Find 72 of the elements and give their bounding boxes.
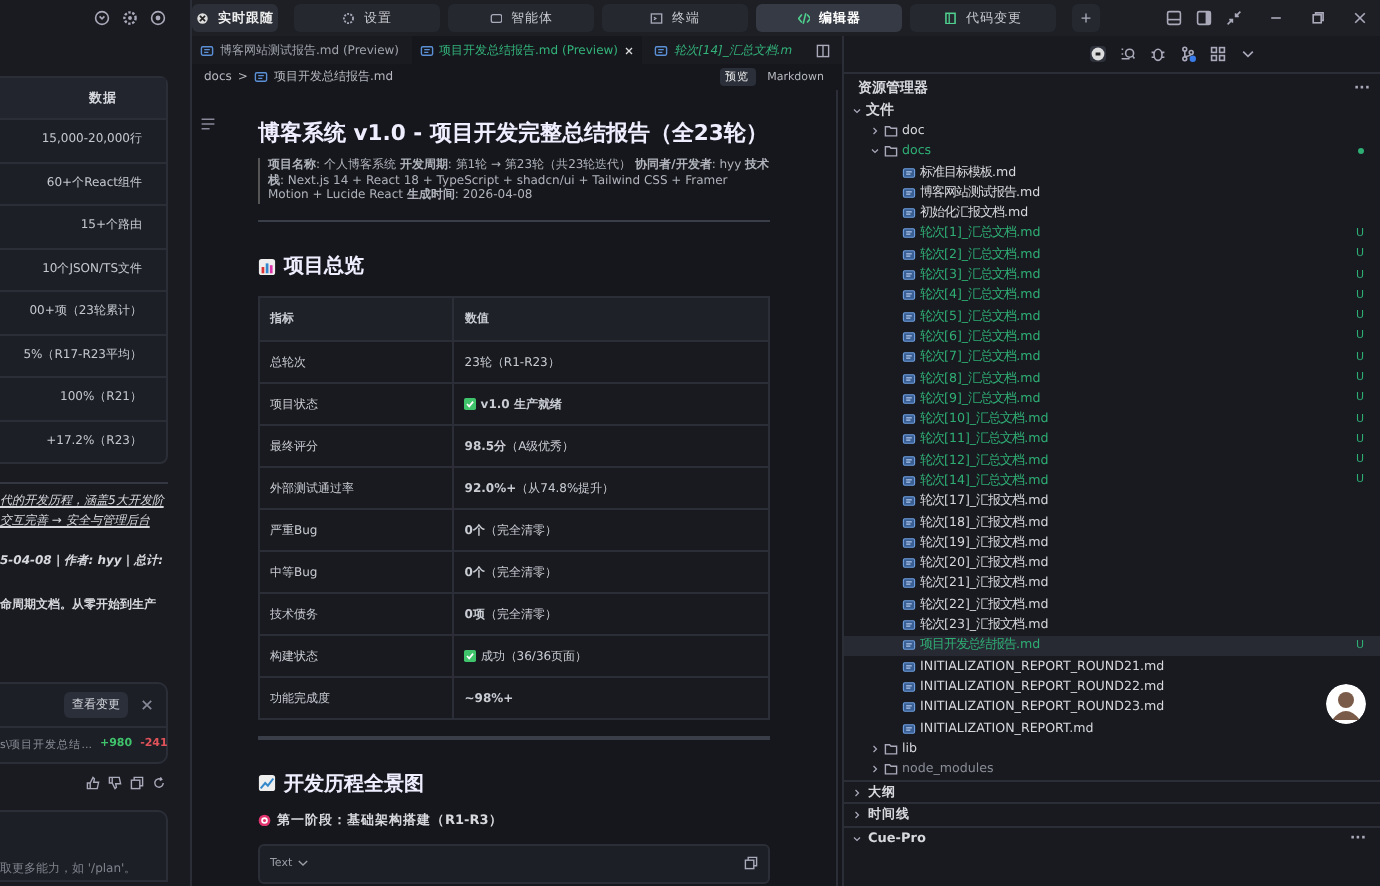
markdown-file-icon (902, 556, 916, 571)
markdown-file-icon (902, 473, 916, 488)
markdown-file-icon (902, 659, 916, 674)
markdown-file-icon (902, 453, 916, 468)
chevron-icon[interactable] (852, 833, 862, 844)
markdown-file-icon (902, 679, 916, 694)
restore-icon[interactable] (1310, 10, 1326, 26)
markdown-file-icon (419, 43, 434, 57)
markdown-file-icon (902, 371, 916, 385)
chevron-down-icon[interactable] (1239, 46, 1255, 62)
document-title: 博客系统 v1.0 - 项目开发完整总结报告（全23轮） (258, 120, 768, 148)
outline-icon[interactable] (200, 116, 216, 132)
thumbs-up-icon[interactable] (86, 776, 100, 790)
markdown-file-icon (902, 329, 916, 344)
markdown-file-icon (902, 288, 916, 303)
copy-icon[interactable] (130, 776, 144, 790)
panel-right-icon[interactable] (1196, 10, 1212, 26)
markdown-file-icon (902, 391, 916, 406)
bug-icon[interactable] (1149, 46, 1165, 62)
markdown-file-icon (902, 247, 916, 262)
diff-icon (944, 11, 958, 25)
settings-icon[interactable] (122, 10, 138, 26)
markdown-file-icon (902, 638, 916, 653)
chevron-icon[interactable] (870, 764, 880, 775)
markdown-file-icon (902, 268, 916, 283)
chevron-icon[interactable] (870, 743, 880, 754)
chevron-icon[interactable] (870, 146, 880, 157)
markdown-file-icon (902, 494, 916, 509)
chevron-icon[interactable] (852, 787, 862, 798)
split-editor-icon[interactable] (816, 43, 831, 57)
line-chart-icon (258, 774, 276, 792)
markdown-file-icon (902, 700, 916, 715)
section-heading: 项目总览 (284, 253, 364, 280)
copy-icon[interactable] (744, 856, 758, 870)
markdown-file-icon (902, 432, 916, 447)
add-tab-button[interactable]: + (1072, 4, 1100, 32)
markdown-file-icon (902, 721, 916, 736)
markdown-file-icon (902, 535, 916, 550)
close-circle-icon (196, 11, 210, 25)
collapse-icon[interactable] (1226, 10, 1242, 26)
markdown-file-icon (654, 43, 669, 57)
avatar-icon[interactable] (1326, 684, 1366, 724)
markdown-file-icon (902, 597, 916, 612)
markdown-file-icon (902, 515, 916, 530)
chevron-down-icon[interactable] (296, 856, 311, 870)
markdown-file-icon (902, 226, 916, 241)
markdown-file-icon (902, 412, 916, 427)
markdown-file-icon (902, 618, 916, 633)
bar-chart-icon (258, 257, 276, 275)
grid-icon[interactable] (1209, 46, 1225, 62)
chevron-icon[interactable] (852, 810, 862, 821)
section-heading: 开发历程全景图 (284, 771, 424, 797)
code-icon (797, 11, 811, 25)
markdown-file-icon (902, 185, 916, 200)
close-icon[interactable] (1352, 10, 1368, 26)
terminal-icon (650, 11, 664, 25)
markdown-file-icon (902, 309, 916, 324)
markdown-file-icon (902, 576, 916, 591)
markdown-file-icon (200, 43, 214, 57)
gear-icon (342, 11, 356, 25)
chevron-icon[interactable] (852, 105, 862, 116)
panel-bottom-icon[interactable] (1166, 10, 1182, 26)
markdown-file-icon (253, 70, 268, 84)
thumbs-down-icon[interactable] (108, 776, 122, 790)
markdown-file-icon (902, 165, 916, 180)
refresh-icon[interactable] (152, 776, 166, 790)
search-icon[interactable] (1119, 46, 1135, 62)
source-control-icon[interactable] (1179, 46, 1195, 62)
markdown-file-icon (902, 206, 916, 221)
target-icon (258, 813, 271, 827)
chevron-icon[interactable] (870, 125, 880, 136)
markdown-file-icon (902, 350, 916, 365)
